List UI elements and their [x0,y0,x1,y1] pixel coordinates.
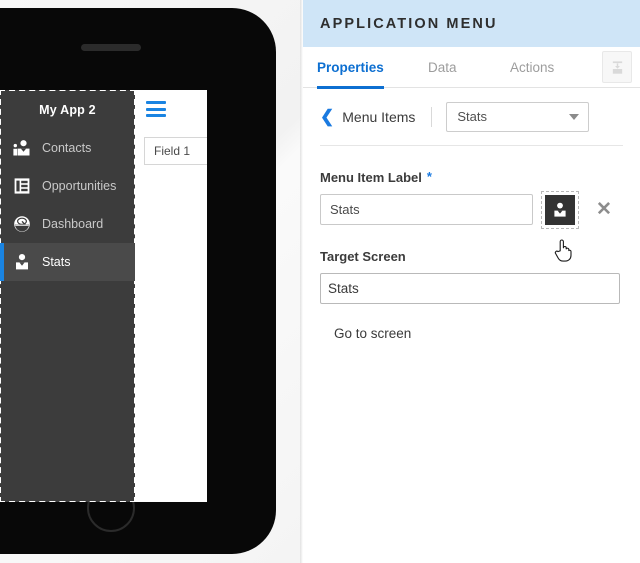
application-menu-panel: APPLICATION MENU Properties Data Actions… [303,0,640,563]
clipboard-list-icon [14,178,30,194]
icon-picker-button[interactable] [541,190,579,229]
menu-item-label-heading: Menu Item Label * [320,170,623,185]
tab-actions[interactable]: Actions [510,47,554,88]
panel-titlebar: APPLICATION MENU [303,0,640,47]
breadcrumb: ❮ Menu Items Stats [320,88,623,146]
caret-down-icon [569,113,580,120]
dashboard-gauge-icon [14,216,30,232]
menu-item-label: Opportunities [42,179,117,193]
panel-tabbar: Properties Data Actions [303,47,640,89]
menu-item-select-value: Stats [457,109,488,124]
page-title: APPLICATION MENU [320,15,498,32]
target-screen-input[interactable]: Stats [320,273,620,304]
panel-body: ❮ Menu Items Stats Menu Item Label * Sta… [303,88,640,341]
app-root: Field 1 My App 2 Contacts Opportunities … [0,0,640,563]
breadcrumb-separator [431,106,433,127]
breadcrumb-label[interactable]: Menu Items [342,109,415,125]
tab-properties[interactable]: Properties [317,47,384,89]
person-avatar-icon [554,202,566,217]
contacts-people-icon [13,140,30,156]
menu-item-opportunities[interactable]: Opportunities [0,167,135,205]
target-screen-heading: Target Screen [320,249,623,264]
menu-item-label-text: Menu Item Label [320,170,422,185]
target-screen-label: Target Screen [320,249,406,264]
menu-item-label-row: Stats ✕ [320,190,623,229]
person-avatar-icon [16,254,28,270]
phone-screen: Field 1 My App 2 Contacts Opportunities … [0,90,207,502]
phone-earpiece-speaker [81,44,141,51]
menu-item-contacts[interactable]: Contacts [0,129,135,167]
preview-field-1[interactable]: Field 1 [144,137,207,165]
menu-item-label: Stats [42,255,71,269]
menu-item-label: Contacts [42,141,92,155]
go-to-screen-label[interactable]: Go to screen [334,326,623,341]
required-marker: * [426,169,432,184]
chevron-left-icon[interactable]: ❮ [320,108,334,125]
app-header-bar [134,90,207,129]
menu-item-label-input[interactable]: Stats [320,194,533,225]
app-title: My App 2 [39,102,96,117]
menu-item-dashboard[interactable]: Dashboard [0,205,135,243]
device-preview-pane: Field 1 My App 2 Contacts Opportunities … [0,0,301,563]
menu-item-label: Dashboard [42,217,104,231]
menu-item-stats[interactable]: Stats [0,243,135,281]
app-menu-drawer[interactable]: My App 2 Contacts Opportunities Dashboar… [0,90,136,502]
tab-data[interactable]: Data [428,47,457,88]
phone-mockup: Field 1 My App 2 Contacts Opportunities … [0,8,276,554]
collapse-panel-button[interactable] [602,51,632,83]
hamburger-menu-icon[interactable] [146,101,166,117]
menu-item-select[interactable]: Stats [446,101,590,132]
close-x-icon[interactable]: ✕ [596,200,612,219]
collapse-panel-icon [612,60,622,74]
